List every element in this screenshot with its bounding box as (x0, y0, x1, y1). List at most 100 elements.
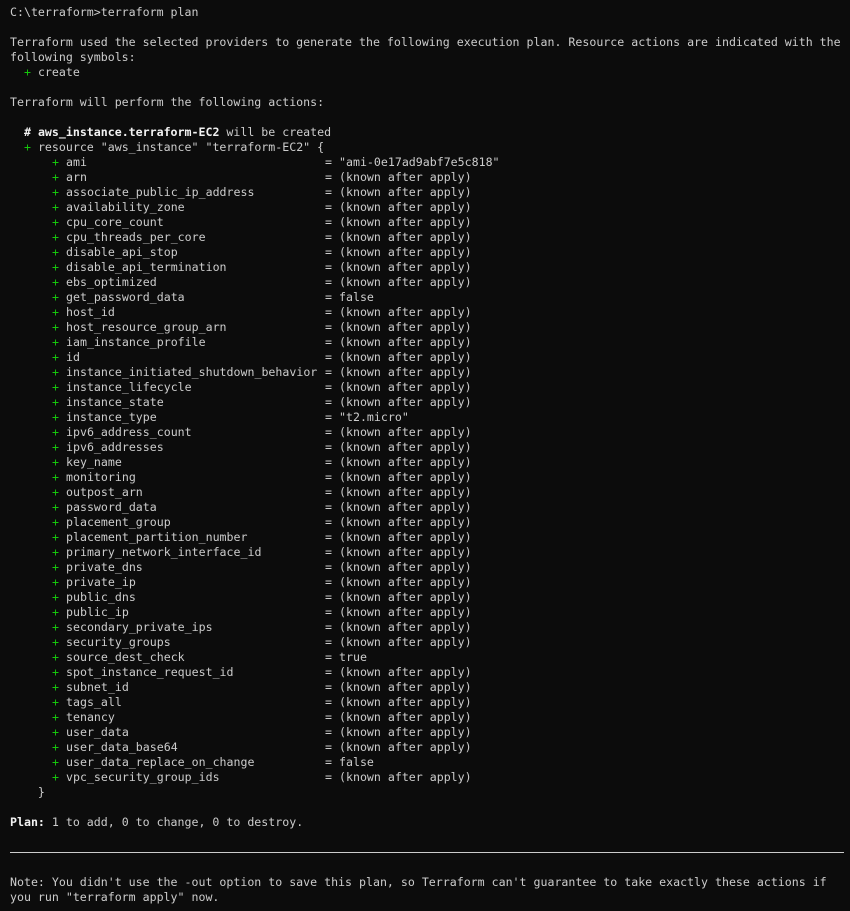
attribute-value: (known after apply) (339, 425, 472, 439)
attribute-row: + cpu_core_count = (known after apply) (0, 215, 850, 230)
plus-icon: + (52, 260, 59, 274)
attribute-equals: = (325, 545, 332, 559)
attribute-name: instance_type (66, 410, 157, 424)
attribute-equals: = (325, 740, 332, 754)
plus-icon: + (52, 290, 59, 304)
attribute-equals: = (325, 170, 332, 184)
symbol-legend-create: + create (0, 65, 850, 80)
attribute-name: primary_network_interface_id (66, 545, 262, 559)
attribute-name: user_data_replace_on_change (66, 755, 255, 769)
attribute-row: + primary_network_interface_id = (known aft… (0, 545, 850, 560)
plus-icon: + (52, 185, 59, 199)
attribute-name: public_dns (66, 590, 136, 604)
attribute-name: subnet_id (66, 680, 129, 694)
attribute-row: + security_groups = (known after apply) (0, 635, 850, 650)
plus-icon: + (52, 500, 59, 514)
attribute-value: "ami-0e17ad9abf7e5c818" (339, 155, 500, 169)
attribute-name: instance_state (66, 395, 164, 409)
attribute-value: (known after apply) (339, 665, 472, 679)
attribute-equals: = (325, 290, 332, 304)
attribute-name: private_dns (66, 560, 143, 574)
plus-icon: + (52, 455, 59, 469)
attribute-value: (known after apply) (339, 515, 472, 529)
plus-icon: + (52, 380, 59, 394)
horizontal-divider (0, 845, 850, 860)
attribute-value: (known after apply) (339, 455, 472, 469)
attribute-row: + user_data_replace_on_change = false (0, 755, 850, 770)
plus-icon: + (52, 170, 59, 184)
plus-icon: + (52, 410, 59, 424)
attribute-name: private_ip (66, 575, 136, 589)
attribute-row: + iam_instance_profile = (known after apply… (0, 335, 850, 350)
plus-icon: + (52, 665, 59, 679)
attribute-row: + get_password_data = false (0, 290, 850, 305)
attribute-name: ipv6_addresses (66, 440, 164, 454)
resource-open-line: + resource "aws_instance" "terraform-EC2… (0, 140, 850, 155)
attribute-name: availability_zone (66, 200, 185, 214)
attribute-value: true (339, 650, 367, 664)
plus-icon: + (52, 575, 59, 589)
attribute-list: + ami = "ami-0e17ad9abf7e5c818" + arn = (known … (0, 155, 850, 785)
attribute-equals: = (325, 350, 332, 364)
command-prompt-line: C:\terraform>terraform plan (10, 5, 199, 19)
plus-icon: + (52, 605, 59, 619)
attribute-value: (known after apply) (339, 470, 472, 484)
attribute-name: placement_group (66, 515, 171, 529)
attribute-value: (known after apply) (339, 335, 472, 349)
attribute-name: disable_api_stop (66, 245, 178, 259)
attribute-value: (known after apply) (339, 320, 472, 334)
attribute-value: (known after apply) (339, 380, 472, 394)
symbol-legend-label: create (37, 65, 80, 79)
attribute-row: + instance_state = (known after apply) (0, 395, 850, 410)
attribute-equals: = (325, 515, 332, 529)
attribute-equals: = (325, 605, 332, 619)
attribute-row: + cpu_threads_per_core = (known after apply… (0, 230, 850, 245)
attribute-equals: = (325, 365, 332, 379)
plus-icon: + (52, 215, 59, 229)
attribute-value: (known after apply) (339, 710, 472, 724)
attribute-value: (known after apply) (339, 695, 472, 709)
plus-icon: + (52, 710, 59, 724)
attribute-row: + ipv6_address_count = (known after apply) (0, 425, 850, 440)
attribute-name: placement_partition_number (66, 530, 248, 544)
attribute-row: + ipv6_addresses = (known after apply) (0, 440, 850, 455)
plus-icon: + (52, 755, 59, 769)
attribute-row: + ami = "ami-0e17ad9abf7e5c818" (0, 155, 850, 170)
attribute-value: (known after apply) (339, 170, 472, 184)
attribute-value: (known after apply) (339, 305, 472, 319)
plus-icon: + (52, 395, 59, 409)
attribute-equals: = (325, 155, 332, 169)
attribute-value: (known after apply) (339, 500, 472, 514)
attribute-equals: = (325, 590, 332, 604)
plus-icon: + (52, 770, 59, 784)
attribute-row: + placement_partition_number = (known after… (0, 530, 850, 545)
attribute-name: tenancy (66, 710, 115, 724)
attribute-value: (known after apply) (339, 485, 472, 499)
attribute-name: security_groups (66, 635, 171, 649)
attribute-value: (known after apply) (339, 530, 472, 544)
plus-icon: + (52, 545, 59, 559)
attribute-row: + host_id = (known after apply) (0, 305, 850, 320)
attribute-value: (known after apply) (339, 395, 472, 409)
attribute-name: ipv6_address_count (66, 425, 192, 439)
attribute-row: + ebs_optimized = (known after apply) (0, 275, 850, 290)
attribute-row: + availability_zone = (known after apply) (0, 200, 850, 215)
intro-text-line-2: following symbols: (10, 50, 136, 64)
attribute-name: password_data (66, 500, 157, 514)
attribute-value: (known after apply) (339, 215, 472, 229)
attribute-row: + arn = (known after apply) (0, 170, 850, 185)
terminal-window[interactable]: C:\terraform>terraform plan Terraform us… (0, 0, 850, 911)
attribute-name: tags_all (66, 695, 122, 709)
attribute-row: + key_name = (known after apply) (0, 455, 850, 470)
attribute-value: (known after apply) (339, 440, 472, 454)
attribute-equals: = (325, 770, 332, 784)
attribute-equals: = (325, 710, 332, 724)
attribute-name: key_name (66, 455, 122, 469)
attribute-name: get_password_data (66, 290, 185, 304)
plus-icon: + (52, 650, 59, 664)
attribute-equals: = (325, 215, 332, 229)
attribute-value: false (339, 755, 374, 769)
attribute-equals: = (325, 665, 332, 679)
